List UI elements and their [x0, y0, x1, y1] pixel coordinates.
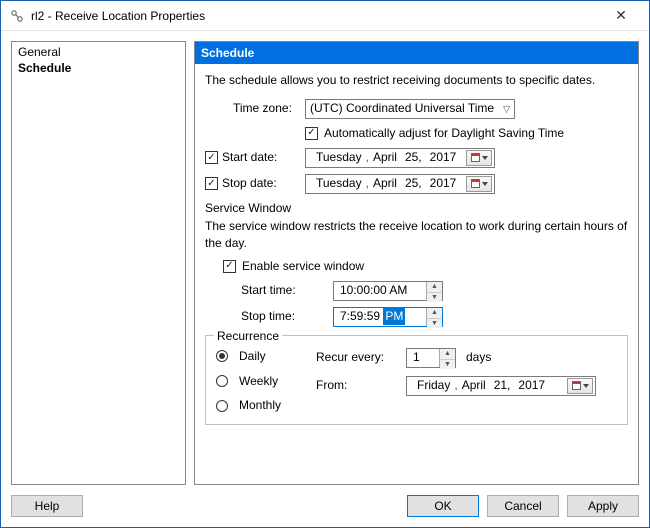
- help-button[interactable]: Help: [11, 495, 83, 517]
- start-date-picker[interactable]: Tuesday, April 25, 2017: [305, 148, 495, 168]
- calendar-icon[interactable]: [466, 176, 492, 192]
- calendar-icon[interactable]: [466, 150, 492, 166]
- chevron-down-icon: ▽: [503, 103, 510, 116]
- recurrence-group: Recurrence Daily Weekly Monthly Recur ev…: [205, 335, 628, 425]
- nav-item-general[interactable]: General: [12, 44, 185, 60]
- spinner-icon[interactable]: ▲▼: [439, 349, 455, 367]
- titlebar: rl2 - Receive Location Properties ✕: [1, 1, 649, 31]
- service-window-description: The service window restricts the receive…: [205, 218, 628, 252]
- main-area: General Schedule Schedule The schedule a…: [11, 41, 639, 485]
- panel-header: Schedule: [195, 42, 638, 64]
- apply-button[interactable]: Apply: [567, 495, 639, 517]
- stop-date-checkbox[interactable]: ✓: [205, 177, 218, 190]
- recur-from-picker[interactable]: Friday, April 21, 2017: [406, 376, 596, 396]
- schedule-description: The schedule allows you to restrict rece…: [205, 72, 628, 89]
- enable-service-window-label: Enable service window: [242, 258, 364, 275]
- recur-every-input[interactable]: 1 ▲▼: [406, 348, 456, 368]
- dialog-window: rl2 - Receive Location Properties ✕ Gene…: [0, 0, 650, 528]
- timezone-value: (UTC) Coordinated Universal Time: [310, 100, 494, 117]
- enable-service-window-checkbox[interactable]: ✓: [223, 260, 236, 273]
- panel-body: The schedule allows you to restrict rece…: [195, 64, 638, 433]
- start-time-label: Start time:: [241, 282, 333, 299]
- stop-time-ampm[interactable]: PM: [383, 308, 405, 325]
- calendar-icon[interactable]: [567, 378, 593, 394]
- window-title: rl2 - Receive Location Properties: [31, 9, 601, 23]
- auto-dst-label: Automatically adjust for Daylight Saving…: [324, 125, 564, 142]
- spinner-icon[interactable]: ▲▼: [426, 282, 442, 300]
- nav-item-schedule[interactable]: Schedule: [12, 60, 185, 76]
- app-icon: [9, 8, 25, 24]
- settings-panel: Schedule The schedule allows you to rest…: [194, 41, 639, 485]
- timezone-label: Time zone:: [205, 100, 305, 117]
- recurrence-title: Recurrence: [214, 328, 282, 345]
- auto-dst-checkbox[interactable]: ✓: [305, 127, 318, 140]
- dialog-body: General Schedule Schedule The schedule a…: [1, 31, 649, 527]
- recurrence-weekly-radio[interactable]: [216, 375, 228, 387]
- cancel-button[interactable]: Cancel: [487, 495, 559, 517]
- start-date-checkbox[interactable]: ✓: [205, 151, 218, 164]
- stop-time-picker[interactable]: 7:59:59 PM ▲▼: [333, 307, 443, 327]
- spinner-icon[interactable]: ▲▼: [426, 308, 442, 326]
- recurrence-daily-radio[interactable]: [216, 350, 228, 362]
- recur-every-label: Recur every:: [316, 349, 396, 366]
- footer: Help OK Cancel Apply: [11, 485, 639, 517]
- start-date-label: Start date:: [222, 149, 277, 166]
- stop-date-picker[interactable]: Tuesday, April 25, 2017: [305, 174, 495, 194]
- close-button[interactable]: ✕: [601, 2, 641, 30]
- nav-list: General Schedule: [11, 41, 186, 485]
- ok-button[interactable]: OK: [407, 495, 479, 517]
- recur-unit: days: [466, 349, 491, 366]
- recur-from-label: From:: [316, 377, 396, 394]
- recurrence-monthly-radio[interactable]: [216, 400, 228, 412]
- stop-date-label: Stop date:: [222, 175, 277, 192]
- start-time-picker[interactable]: 10:00:00 AM ▲▼: [333, 281, 443, 301]
- timezone-dropdown[interactable]: (UTC) Coordinated Universal Time ▽: [305, 99, 515, 119]
- stop-time-label: Stop time:: [241, 308, 333, 325]
- service-window-title: Service Window: [205, 200, 628, 217]
